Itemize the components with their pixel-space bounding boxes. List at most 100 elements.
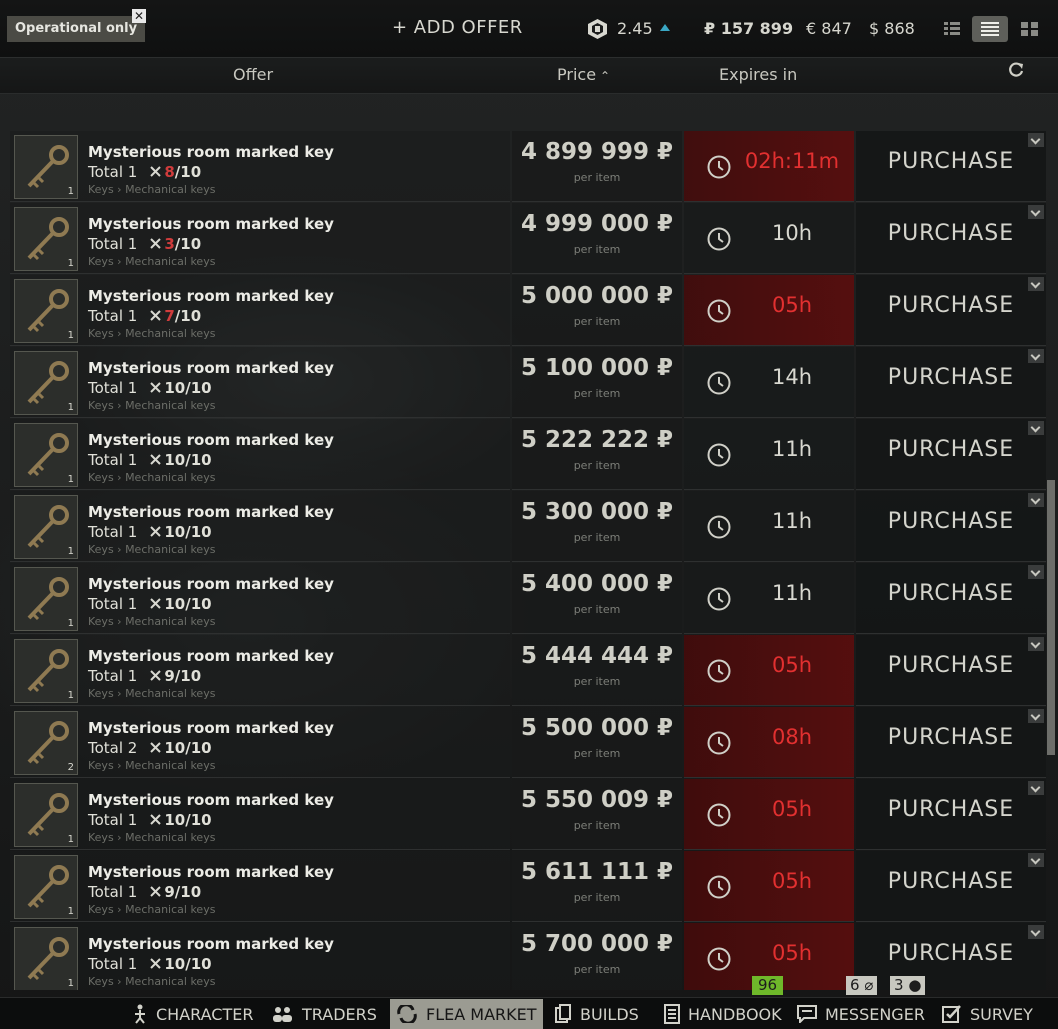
grid-view-icon[interactable]: [1012, 16, 1048, 42]
offer-row[interactable]: 2 Mysterious room marked key Total 2 10/10 K…: [0, 707, 1046, 779]
purchase-button[interactable]: PURCHASE: [856, 725, 1046, 750]
nav-traders[interactable]: TRADERS: [266, 999, 383, 1029]
chevron-down-icon[interactable]: [1028, 709, 1044, 723]
expires-value: 11h: [771, 581, 813, 605]
offer-cell: 1 Mysterious room marked key Total 1 10/10 K…: [10, 419, 510, 490]
item-slot[interactable]: 1: [14, 495, 78, 559]
nav-flea-market[interactable]: FLEA MARKET: [390, 999, 543, 1029]
nav-messenger[interactable]: MESSENGER: [791, 999, 931, 1029]
item-category: Keys › Mechanical keys: [88, 183, 216, 196]
item-category: Keys › Mechanical keys: [88, 687, 216, 700]
purchase-button[interactable]: PURCHASE: [856, 437, 1046, 462]
item-name[interactable]: Mysterious room marked key: [88, 215, 334, 233]
item-slot[interactable]: 1: [14, 783, 78, 847]
clock-icon: [707, 443, 731, 467]
add-offer-button[interactable]: + ADD OFFER: [392, 17, 523, 38]
nav-character[interactable]: CHARACTER: [126, 999, 259, 1029]
item-name[interactable]: Mysterious room marked key: [88, 503, 334, 521]
chevron-down-icon[interactable]: [1028, 493, 1044, 507]
purchase-button[interactable]: PURCHASE: [856, 653, 1046, 678]
nav-survey[interactable]: SURVEY: [936, 999, 1039, 1029]
offer-row[interactable]: 1 Mysterious room marked key Total 1 10/10 K…: [0, 419, 1046, 491]
offer-price: 5 700 000 ₽: [520, 931, 674, 957]
item-slot[interactable]: 1: [14, 351, 78, 415]
column-price[interactable]: Price ⌃: [557, 65, 610, 84]
item-slot[interactable]: 1: [14, 927, 78, 990]
item-name[interactable]: Mysterious room marked key: [88, 647, 334, 665]
purchase-button[interactable]: PURCHASE: [856, 149, 1046, 174]
item-slot[interactable]: 2: [14, 711, 78, 775]
key-icon: [27, 937, 69, 981]
item-slot[interactable]: 1: [14, 639, 78, 703]
filter-chip[interactable]: Operational only: [7, 16, 146, 42]
chevron-down-icon[interactable]: [1028, 133, 1044, 147]
offer-row[interactable]: 1 Mysterious room marked key Total 1 9/10 Ke…: [0, 635, 1046, 707]
item-name[interactable]: Mysterious room marked key: [88, 791, 334, 809]
item-quantity: 1: [67, 258, 74, 269]
purchase-cell: PURCHASE: [856, 563, 1046, 634]
list-view-icon[interactable]: [934, 16, 970, 42]
item-slot[interactable]: 1: [14, 135, 78, 199]
chevron-down-icon[interactable]: [1028, 349, 1044, 363]
item-name[interactable]: Mysterious room marked key: [88, 143, 334, 161]
item-total: Total 1: [88, 235, 138, 253]
durability-max: /10: [174, 667, 202, 685]
item-name[interactable]: Mysterious room marked key: [88, 719, 334, 737]
chevron-down-icon[interactable]: [1028, 853, 1044, 867]
expires-value: 05h: [771, 797, 813, 821]
close-icon[interactable]: ✕: [132, 9, 146, 23]
per-item-label: per item: [573, 531, 621, 544]
nav-handbook[interactable]: HANDBOOK: [658, 999, 788, 1029]
item-slot[interactable]: 1: [14, 423, 78, 487]
purchase-button[interactable]: PURCHASE: [856, 797, 1046, 822]
purchase-button[interactable]: PURCHASE: [856, 509, 1046, 534]
per-item-label: per item: [573, 819, 621, 832]
item-slot[interactable]: 1: [14, 279, 78, 343]
item-name[interactable]: Mysterious room marked key: [88, 431, 334, 449]
chevron-down-icon[interactable]: [1028, 565, 1044, 579]
offer-row[interactable]: 1 Mysterious room marked key Total 1 10/10 K…: [0, 563, 1046, 635]
offer-row[interactable]: 1 Mysterious room marked key Total 1 3/10 Ke…: [0, 203, 1046, 275]
chevron-down-icon[interactable]: [1028, 277, 1044, 291]
durability-value: 7: [164, 307, 175, 325]
clock-icon: [707, 947, 731, 971]
offer-row[interactable]: 1 Mysterious room marked key Total 1 9/10 Ke…: [0, 851, 1046, 923]
column-offer[interactable]: Offer: [233, 65, 273, 84]
purchase-cell: PURCHASE: [856, 419, 1046, 490]
item-name[interactable]: Mysterious room marked key: [88, 287, 334, 305]
purchase-button[interactable]: PURCHASE: [856, 581, 1046, 606]
chevron-down-icon[interactable]: [1028, 781, 1044, 795]
purchase-cell: PURCHASE: [856, 779, 1046, 850]
column-expires[interactable]: Expires in: [719, 65, 797, 84]
offer-row[interactable]: 1 Mysterious room marked key Total 1 10/10 K…: [0, 491, 1046, 563]
item-slot[interactable]: 1: [14, 855, 78, 919]
scrollbar[interactable]: [1047, 480, 1055, 755]
purchase-button[interactable]: PURCHASE: [856, 293, 1046, 318]
item-name[interactable]: Mysterious room marked key: [88, 935, 334, 953]
chevron-down-icon[interactable]: [1028, 637, 1044, 651]
item-name[interactable]: Mysterious room marked key: [88, 359, 334, 377]
detailed-view-button[interactable]: [972, 16, 1008, 42]
item-category: Keys › Mechanical keys: [88, 759, 216, 772]
purchase-button[interactable]: PURCHASE: [856, 941, 1046, 966]
chevron-down-icon[interactable]: [1028, 421, 1044, 435]
durability-icon: [150, 382, 162, 393]
offer-row[interactable]: 1 Mysterious room marked key Total 1 8/10 Ke…: [0, 131, 1046, 203]
purchase-button[interactable]: PURCHASE: [856, 365, 1046, 390]
purchase-button[interactable]: PURCHASE: [856, 221, 1046, 246]
chevron-down-icon[interactable]: [1028, 205, 1044, 219]
offer-row[interactable]: 1 Mysterious room marked key Total 1 10/10 K…: [0, 347, 1046, 419]
offer-row[interactable]: 1 Mysterious room marked key Total 1 10/10 K…: [0, 779, 1046, 851]
chevron-down-icon[interactable]: [1028, 925, 1044, 939]
refresh-icon[interactable]: [1006, 60, 1026, 80]
purchase-button[interactable]: PURCHASE: [856, 869, 1046, 894]
nav-builds[interactable]: BUILDS: [548, 999, 645, 1029]
item-slot[interactable]: 1: [14, 207, 78, 271]
handbook-icon: [664, 1004, 680, 1024]
price-cell: 5 300 000 ₽ per item: [512, 491, 682, 562]
item-name[interactable]: Mysterious room marked key: [88, 575, 334, 593]
offer-row[interactable]: 1 Mysterious room marked key Total 1 7/10 Ke…: [0, 275, 1046, 347]
item-slot[interactable]: 1: [14, 567, 78, 631]
item-category: Keys › Mechanical keys: [88, 327, 216, 340]
item-name[interactable]: Mysterious room marked key: [88, 863, 334, 881]
